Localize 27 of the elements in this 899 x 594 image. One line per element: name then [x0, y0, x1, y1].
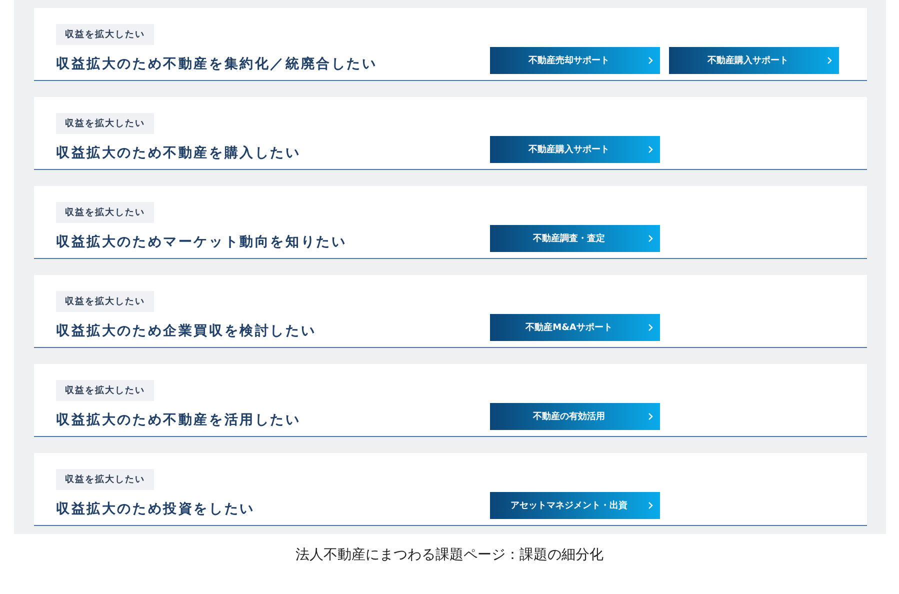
chevron-icon: [648, 324, 653, 331]
chevron-icon: [648, 235, 653, 242]
category-tag: 収益を拡大したい: [56, 24, 154, 45]
issue-title: 収益拡大のため不動産を購入したい: [56, 144, 302, 162]
category-tag: 収益を拡大したい: [56, 380, 154, 401]
chevron-icon: [648, 146, 653, 153]
chevron-icon: [827, 57, 832, 64]
issue-title: 収益拡大のため不動産を集約化／統廃合したい: [56, 54, 378, 72]
issue-title: 収益拡大のためマーケット動向を知りたい: [56, 232, 348, 250]
category-tag: 収益を拡大したい: [56, 202, 154, 223]
chevron-icon: [648, 57, 653, 64]
category-tag: 収益を拡大したい: [56, 469, 154, 490]
chevron-icon: [648, 413, 653, 420]
category-tag: 収益を拡大したい: [56, 113, 154, 134]
issue-title: 収益拡大のため企業買収を検討したい: [56, 322, 318, 340]
service-button[interactable]: 不動産M&Aサポート: [490, 314, 660, 341]
service-button[interactable]: 不動産の有効活用: [490, 403, 660, 430]
service-button[interactable]: 不動産調査・査定: [490, 225, 660, 252]
service-button[interactable]: 不動産購入サポート: [490, 136, 660, 163]
figure-caption: 法人不動産にまつわる課題ページ：課題の細分化: [294, 546, 604, 564]
service-button[interactable]: 不動産購入サポート: [669, 47, 839, 74]
category-tag: 収益を拡大したい: [56, 291, 154, 312]
issue-title: 収益拡大のため不動産を活用したい: [56, 410, 302, 428]
issue-title: 収益拡大のため投資をしたい: [56, 500, 256, 518]
service-button[interactable]: アセットマネジメント・出資: [490, 492, 660, 519]
service-button[interactable]: 不動産売却サポート: [490, 47, 660, 74]
chevron-icon: [648, 502, 653, 509]
